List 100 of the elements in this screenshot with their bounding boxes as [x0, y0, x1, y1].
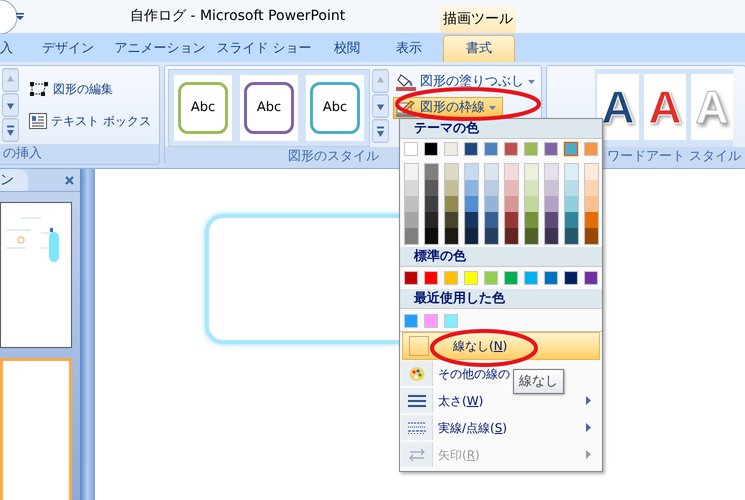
color-swatch[interactable] [464, 142, 478, 156]
color-swatch[interactable] [565, 180, 578, 196]
color-swatch[interactable] [405, 180, 418, 196]
edit-points-icon [29, 81, 49, 97]
color-swatch[interactable] [545, 212, 558, 228]
ribbon-button[interactable]: 図形の編集 [29, 80, 157, 98]
shape-style-option[interactable]: Abc [178, 82, 228, 134]
more-icon[interactable] [2, 118, 19, 142]
color-swatch[interactable] [585, 180, 598, 196]
color-swatch[interactable] [584, 142, 598, 156]
color-swatch[interactable] [524, 271, 538, 285]
color-swatch[interactable] [545, 228, 558, 244]
color-swatch[interactable] [565, 164, 578, 180]
shape-style-option[interactable]: Abc [244, 82, 294, 134]
color-swatch[interactable] [565, 228, 578, 244]
color-swatch[interactable] [585, 196, 598, 212]
color-swatch[interactable] [505, 212, 518, 228]
ribbon-tab[interactable]: 表示 [378, 35, 440, 62]
color-swatch[interactable] [545, 196, 558, 212]
color-swatch[interactable] [465, 228, 478, 244]
color-swatch[interactable] [545, 164, 558, 180]
color-swatch[interactable] [565, 212, 578, 228]
scroll-down-icon[interactable] [2, 93, 19, 117]
color-swatch[interactable] [425, 228, 438, 244]
ribbon-tab[interactable]: スライド ショー [212, 35, 316, 62]
color-swatch[interactable] [464, 271, 478, 285]
color-swatch[interactable] [505, 228, 518, 244]
color-swatch[interactable] [545, 180, 558, 196]
menu-item[interactable]: 線なし(N) [402, 332, 600, 360]
close-icon[interactable] [65, 176, 74, 184]
color-swatch[interactable] [485, 228, 498, 244]
panel-splitter[interactable] [80, 169, 95, 500]
ribbon-tab[interactable]: デザイン [28, 35, 108, 62]
color-swatch[interactable] [465, 164, 478, 180]
color-swatch[interactable] [405, 196, 418, 212]
color-swatch[interactable] [445, 164, 458, 180]
ribbon-tab[interactable]: 書式 [443, 35, 515, 62]
color-swatch[interactable] [564, 271, 578, 285]
color-swatch[interactable] [485, 212, 498, 228]
color-swatch[interactable] [465, 196, 478, 212]
color-swatch[interactable] [405, 228, 418, 244]
color-swatch[interactable] [445, 196, 458, 212]
color-swatch[interactable] [424, 271, 438, 285]
color-swatch[interactable] [585, 228, 598, 244]
customize-dropdown-icon[interactable] [15, 12, 25, 22]
color-swatch[interactable] [525, 180, 538, 196]
color-swatch[interactable] [404, 142, 418, 156]
tooltip: 線なし [513, 369, 564, 394]
color-swatch[interactable] [525, 212, 538, 228]
color-swatch[interactable] [425, 164, 438, 180]
color-swatch[interactable] [444, 271, 458, 285]
shape-style-option[interactable]: Abc [310, 82, 360, 134]
ribbon-tab[interactable]: 入 [0, 35, 28, 62]
color-swatch[interactable] [445, 180, 458, 196]
color-swatch[interactable] [485, 196, 498, 212]
ribbon-tab[interactable]: アニメーション [108, 35, 212, 62]
scroll-down-icon[interactable] [372, 94, 389, 118]
ribbon-button[interactable]: 図形の塗りつぶし [393, 71, 542, 93]
color-swatch[interactable] [485, 180, 498, 196]
color-swatch[interactable] [565, 196, 578, 212]
color-swatch[interactable] [404, 271, 418, 285]
color-swatch[interactable] [424, 314, 438, 328]
color-swatch[interactable] [444, 142, 458, 156]
color-swatch[interactable] [424, 142, 438, 156]
color-swatch[interactable] [584, 271, 598, 285]
color-swatch[interactable] [525, 228, 538, 244]
color-swatch[interactable] [465, 180, 478, 196]
color-swatch[interactable] [484, 142, 498, 156]
color-swatch[interactable] [544, 271, 558, 285]
color-swatch[interactable] [585, 212, 598, 228]
color-swatch[interactable] [465, 212, 478, 228]
color-swatch[interactable] [564, 142, 578, 156]
color-swatch[interactable] [484, 271, 498, 285]
color-swatch[interactable] [425, 180, 438, 196]
ribbon-tab[interactable]: 校閲 [316, 35, 378, 62]
menu-item[interactable]: 実線/点線(S) [400, 414, 602, 441]
color-swatch[interactable] [525, 196, 538, 212]
color-swatch[interactable] [504, 142, 518, 156]
color-swatch[interactable] [444, 314, 458, 328]
color-swatch[interactable] [425, 196, 438, 212]
color-swatch[interactable] [524, 142, 538, 156]
panel-tab[interactable]: ン [0, 169, 28, 191]
color-swatch[interactable] [505, 180, 518, 196]
color-swatch[interactable] [505, 164, 518, 180]
slide-thumbnail[interactable] [0, 358, 72, 500]
color-swatch[interactable] [404, 314, 418, 328]
color-swatch[interactable] [405, 164, 418, 180]
slide-thumbnail[interactable] [0, 202, 72, 348]
more-icon[interactable] [372, 119, 389, 143]
color-swatch[interactable] [525, 164, 538, 180]
color-swatch[interactable] [544, 142, 558, 156]
color-swatch[interactable] [445, 212, 458, 228]
color-swatch[interactable] [405, 212, 418, 228]
color-swatch[interactable] [504, 271, 518, 285]
color-swatch[interactable] [445, 228, 458, 244]
color-swatch[interactable] [425, 212, 438, 228]
color-swatch[interactable] [485, 164, 498, 180]
ribbon-button[interactable]: テキスト ボックス [29, 112, 157, 130]
color-swatch[interactable] [585, 164, 598, 180]
color-swatch[interactable] [505, 196, 518, 212]
